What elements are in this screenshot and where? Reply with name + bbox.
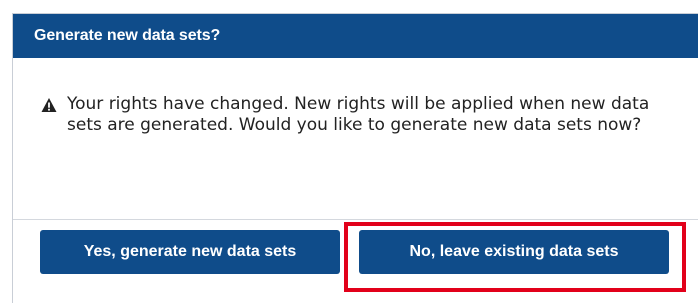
dialog-divider <box>13 219 698 220</box>
yes-generate-button[interactable]: Yes, generate new data sets <box>40 230 340 274</box>
message-text: Your rights have changed. New rights wil… <box>67 94 650 135</box>
no-leave-existing-button[interactable]: No, leave existing data sets <box>359 230 669 274</box>
dialog-title: Generate new data sets? <box>34 27 221 44</box>
dialog-message: Your rights have changed. New rights wil… <box>41 94 661 136</box>
dialog-header: Generate new data sets? <box>13 14 698 58</box>
warning-icon <box>41 98 57 112</box>
